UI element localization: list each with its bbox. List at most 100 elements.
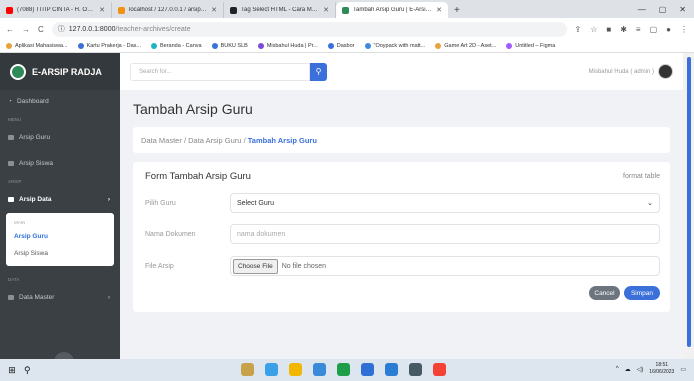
- taskbar-app-icon[interactable]: [433, 363, 446, 376]
- clock-date: 16/06/2023: [649, 369, 675, 375]
- reload-icon[interactable]: C: [38, 25, 44, 34]
- star-icon[interactable]: ☆: [590, 25, 597, 34]
- sidebar-item-arsip-guru[interactable]: Arsip Guru: [0, 126, 120, 148]
- bookmark-item[interactable]: Untitled – Figma: [506, 43, 555, 49]
- breadcrumb-item-current: Tambah Arsip Guru: [247, 135, 317, 145]
- close-icon[interactable]: ✕: [436, 6, 442, 14]
- close-icon[interactable]: ✕: [323, 6, 329, 14]
- nama-label: Nama Dokumen: [145, 230, 196, 238]
- taskbar-app-icon[interactable]: [337, 363, 350, 376]
- search-icon[interactable]: ⚲: [24, 365, 40, 376]
- address-bar: ← → C ⓘ 127.0.0.1:8000/teacher-archives/…: [0, 18, 694, 40]
- sidebar-item-label: Arsip Data: [19, 195, 52, 203]
- user-name: Misbahul Huda ( admin ): [588, 68, 654, 75]
- submenu-item-arsip-guru[interactable]: Arsip Guru: [6, 228, 114, 245]
- sidepanel-icon[interactable]: ▢: [650, 25, 658, 34]
- submenu-item-arsip-siswa[interactable]: Arsip Siswa: [6, 245, 114, 262]
- taskbar-app-icon[interactable]: [313, 363, 326, 376]
- sidebar-item-label: Arsip Siswa: [19, 159, 53, 167]
- close-icon[interactable]: ✕: [99, 6, 105, 14]
- clock[interactable]: 18:51 16/06/2023: [649, 362, 674, 376]
- bookmark-item[interactable]: BUKU SLB: [211, 43, 248, 49]
- bookmark-item[interactable]: Misbahul Huda | Pr...: [257, 43, 318, 49]
- form-title: Form Tambah Arsip Guru: [145, 171, 251, 182]
- forward-icon[interactable]: →: [22, 25, 30, 34]
- sidebar-item-label: Data Master: [19, 293, 55, 301]
- bookmark-item[interactable]: Aplikasi Mahasiswa...: [6, 43, 68, 49]
- back-icon[interactable]: ←: [6, 25, 14, 34]
- menu-icon[interactable]: ⋮: [680, 25, 688, 34]
- volume-icon[interactable]: ◁): [637, 366, 644, 373]
- tray-up-icon[interactable]: ^: [616, 366, 619, 372]
- close-window-icon[interactable]: ✕: [679, 5, 686, 14]
- logo-icon: [10, 63, 26, 80]
- brand[interactable]: E-ARSIP RADJA: [0, 53, 120, 90]
- sidebar-item-data-master[interactable]: Data Master ›: [0, 286, 120, 308]
- folder-icon: [8, 160, 14, 166]
- scrollbar-thumb[interactable]: [687, 57, 691, 347]
- bookmark-item[interactable]: Dasbor: [327, 43, 355, 49]
- breadcrumb-item-data-master[interactable]: Data Master: [141, 136, 182, 145]
- choose-file-button[interactable]: Choose File: [233, 258, 278, 274]
- taskbar-app-icon[interactable]: [241, 363, 254, 376]
- taskbar-app-icon[interactable]: [385, 363, 398, 376]
- profile-icon[interactable]: ●: [666, 25, 671, 34]
- folder-icon: [8, 196, 14, 202]
- network-icon[interactable]: ☁: [625, 366, 631, 373]
- maximize-icon[interactable]: ▢: [659, 5, 667, 14]
- bookmark-icon: [257, 43, 264, 49]
- browser-tab[interactable]: Tambah Arsip Guru | E-Arsip Rad ✕: [336, 2, 448, 18]
- tab-title: Tag Select HTML - Cara Membu: [241, 7, 320, 13]
- save-button[interactable]: Simpan: [624, 286, 660, 300]
- bookmark-icon: [435, 43, 442, 49]
- user-menu[interactable]: Misbahul Huda ( admin ): [589, 64, 673, 79]
- taskbar-app-icon[interactable]: [265, 363, 278, 376]
- tab-title: (7088) TITIP CINTA - H. ONA SU: [17, 7, 96, 13]
- guru-select[interactable]: Select Guru ⌄: [230, 193, 660, 213]
- bookmark-item[interactable]: Game Art 2D - Aset...: [435, 43, 496, 49]
- cancel-button[interactable]: Cancel: [589, 286, 620, 300]
- browser-tab[interactable]: localhost / 127.0.0.1 / arsip_app ✕: [112, 2, 224, 18]
- format-table-link[interactable]: format table: [623, 173, 660, 180]
- clock-time: 18:51: [655, 362, 669, 368]
- url-field[interactable]: ⓘ 127.0.0.1:8000/teacher-archives/create: [51, 21, 567, 37]
- taskbar: ⊞ ⚲ ^ ☁ ◁) 18:51 16/06/2023 ▭: [0, 359, 694, 381]
- puzzle-icon[interactable]: ✱: [620, 25, 627, 34]
- file-status: No file chosen: [281, 262, 327, 270]
- sidebar-heading-data: DATA: [8, 276, 20, 282]
- page-scrollbar[interactable]: [683, 53, 694, 359]
- nama-dokumen-input[interactable]: nama dokumen: [230, 224, 660, 244]
- chevron-down-icon: ⌄: [647, 200, 653, 207]
- chevron-right-icon: ›: [107, 195, 110, 203]
- bookmark-item[interactable]: Beranda - Canva: [151, 43, 202, 49]
- queue-icon[interactable]: ≡: [636, 25, 641, 34]
- browser-tab[interactable]: Tag Select HTML - Cara Membu ✕: [224, 2, 336, 18]
- file-input[interactable]: Choose File No file chosen: [230, 256, 660, 276]
- breadcrumb: Data Master / Data Arsip Guru / Tambah A…: [133, 127, 670, 153]
- minimize-icon[interactable]: —: [638, 5, 646, 14]
- sidebar-item-label: Dashboard: [16, 97, 49, 105]
- taskbar-app-icon[interactable]: [409, 363, 422, 376]
- extension-icon[interactable]: ■: [606, 25, 611, 34]
- info-icon: ⓘ: [57, 26, 65, 33]
- taskbar-app-icon[interactable]: [361, 363, 374, 376]
- folder-icon: [8, 294, 14, 300]
- sidebar-item-arsip-data[interactable]: Arsip Data ›: [0, 188, 120, 210]
- new-tab-button[interactable]: +: [448, 5, 466, 18]
- search-input[interactable]: Search for...: [130, 62, 310, 81]
- close-icon[interactable]: ✕: [211, 6, 217, 14]
- bookmark-item[interactable]: "Ooypack with matt...: [364, 43, 425, 49]
- search-button[interactable]: ⚲: [310, 62, 327, 81]
- tab-favicon-icon: [230, 6, 237, 14]
- url-host: 127.0.0.1:8000: [68, 25, 116, 33]
- breadcrumb-item-data-arsip-guru[interactable]: Data Arsip Guru: [188, 136, 241, 145]
- taskbar-app-icon[interactable]: [289, 363, 302, 376]
- browser-tab[interactable]: (7088) TITIP CINTA - H. ONA SU✕: [0, 2, 112, 18]
- sidebar-item-dashboard[interactable]: ◔ Dashboard: [0, 90, 120, 112]
- sidebar-item-arsip-siswa[interactable]: Arsip Siswa: [0, 152, 120, 174]
- page-title: Tambah Arsip Guru: [133, 101, 253, 117]
- bookmark-item[interactable]: Kartu Prakerja - Das...: [77, 43, 141, 49]
- notification-icon[interactable]: ▭: [680, 366, 686, 373]
- share-icon[interactable]: ⇪: [575, 25, 582, 34]
- windows-start-icon[interactable]: ⊞: [0, 365, 24, 376]
